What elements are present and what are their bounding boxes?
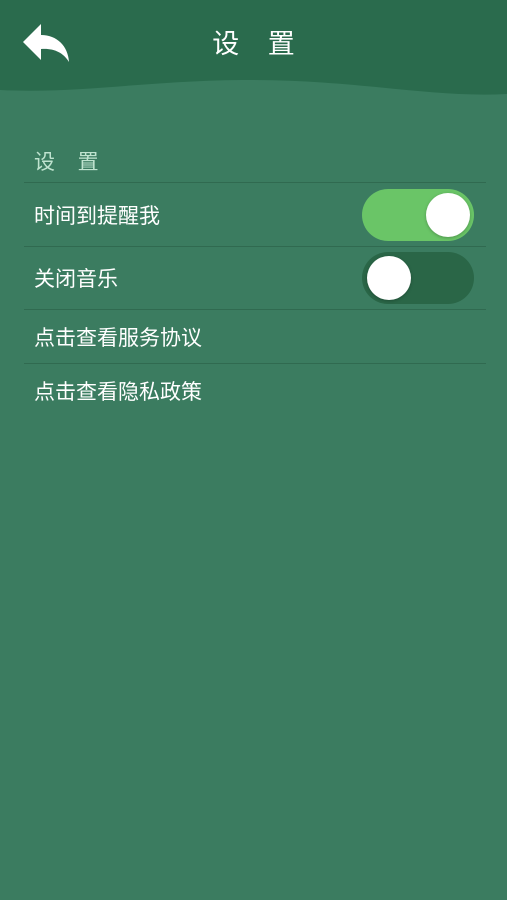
section-title: 设 置	[34, 150, 107, 174]
toggle-knob	[426, 192, 470, 237]
setting-row-privacy-policy[interactable]: 点击查看隐私政策	[24, 364, 486, 418]
setting-row-service-agreement[interactable]: 点击查看服务协议	[24, 310, 486, 363]
setting-label-remind: 时间到提醒我	[34, 203, 160, 228]
setting-row-remind: 时间到提醒我	[24, 183, 486, 246]
privacy-policy-link[interactable]: 点击查看隐私政策	[24, 376, 202, 406]
setting-label-music: 关闭音乐	[34, 267, 118, 291]
service-agreement-link[interactable]: 点击查看服务协议	[24, 322, 202, 352]
header-bar: 设 置	[0, 0, 507, 100]
music-toggle[interactable]	[362, 252, 474, 304]
setting-row-music: 关闭音乐	[24, 247, 486, 309]
page-title: 设 置	[212, 29, 305, 60]
toggle-knob	[367, 256, 411, 300]
remind-toggle[interactable]	[362, 188, 474, 241]
